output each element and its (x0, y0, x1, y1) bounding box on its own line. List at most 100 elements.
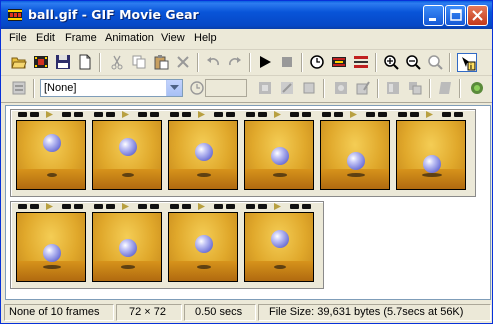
frame-image (396, 120, 466, 190)
animation-preview-button[interactable] (405, 79, 425, 98)
menu-animation[interactable]: Animation (105, 32, 154, 44)
main-toolbar: i (1, 50, 492, 76)
toolbar-separator (249, 53, 251, 72)
ball-sprite (347, 151, 365, 170)
frame-image (92, 212, 162, 282)
undo-icon (207, 57, 219, 66)
ball-shadow (122, 173, 134, 177)
toolbar-separator (459, 79, 461, 98)
clock-icon (310, 55, 324, 69)
timer-icon (190, 81, 204, 95)
more-button[interactable] (467, 79, 487, 98)
save-button[interactable] (53, 53, 73, 72)
movie-button[interactable] (31, 53, 51, 72)
help-button[interactable]: i (457, 53, 477, 72)
frame-thumbnail[interactable] (164, 109, 240, 197)
frame-thumbnail[interactable] (12, 109, 88, 197)
redo-icon (229, 57, 241, 66)
optimize-button[interactable] (331, 79, 351, 98)
toolbar-separator (99, 53, 101, 72)
properties-button[interactable] (9, 79, 29, 98)
menu-file[interactable]: File (9, 32, 27, 44)
film-sprocket-icon (18, 203, 83, 210)
preview-button[interactable] (383, 79, 403, 98)
delay-input[interactable] (205, 79, 247, 97)
ball-sprite (271, 147, 289, 165)
frame-thumbnail[interactable] (164, 201, 240, 289)
menu-view[interactable]: View (161, 32, 185, 44)
strip-icon (354, 56, 368, 68)
transparency-button[interactable] (255, 79, 275, 98)
frame-thumbnail[interactable] (88, 201, 164, 289)
frame-thumbnail[interactable] (392, 109, 468, 197)
ball-shadow (197, 265, 211, 269)
menu-help[interactable]: Help (194, 32, 217, 44)
stop-icon (282, 57, 292, 67)
film-sprocket-icon (170, 111, 235, 118)
stop-button[interactable] (277, 53, 297, 72)
clock-button[interactable] (307, 53, 327, 72)
zoom-in-button[interactable] (381, 53, 401, 72)
ball-shadow (47, 173, 57, 177)
more-icon (471, 82, 483, 94)
timer-button[interactable] (187, 79, 207, 98)
new-button[interactable] (75, 53, 95, 72)
preview-icon (387, 82, 399, 94)
zoom-out-button[interactable] (403, 53, 423, 72)
position-icon (281, 82, 293, 94)
copy-button[interactable] (129, 53, 149, 72)
app-icon (8, 9, 22, 21)
frame-floor (93, 169, 161, 189)
frame-thumbnail[interactable] (12, 201, 88, 289)
cut-button[interactable] (107, 53, 127, 72)
film-button[interactable] (329, 53, 349, 72)
palette-select[interactable]: [None] (40, 79, 183, 97)
play-button[interactable] (255, 53, 275, 72)
open-button[interactable] (9, 53, 29, 72)
close-button[interactable] (467, 5, 488, 26)
film-sprocket-icon (94, 111, 159, 118)
frame-floor (169, 261, 237, 281)
frame-thumbnail[interactable] (316, 109, 392, 197)
frame-properties-button[interactable] (353, 79, 373, 98)
copy-icon (132, 55, 146, 69)
square-icon (439, 82, 451, 94)
film-sprocket-icon (170, 203, 235, 210)
status-filesize: File Size: 39,631 bytes (5.7secs at 56K) (258, 304, 491, 321)
frames-workspace[interactable] (5, 105, 491, 300)
film-sprocket-icon (322, 111, 387, 118)
palette-dropdown-button[interactable] (166, 80, 182, 96)
zoom-out-icon (406, 55, 421, 70)
menu-frame[interactable]: Frame (65, 32, 97, 44)
status-bar: None of 10 frames 72 × 72 0.50 secs File… (1, 302, 492, 323)
toolbar-separator (377, 79, 379, 98)
frame-thumbnail[interactable] (88, 109, 164, 197)
title-bar[interactable]: ball.gif - GIF Movie Gear (1, 1, 492, 29)
close-icon (472, 10, 483, 21)
chevron-down-icon (170, 85, 179, 90)
paste-button[interactable] (151, 53, 171, 72)
maximize-button[interactable] (445, 5, 466, 26)
frame-floor (17, 261, 85, 281)
menu-edit[interactable]: Edit (36, 32, 55, 44)
ball-sprite (119, 239, 137, 257)
crop-button[interactable] (299, 79, 319, 98)
cut-icon (111, 55, 123, 70)
ball-shadow (422, 173, 442, 177)
position-button[interactable] (277, 79, 297, 98)
undo-button[interactable] (203, 53, 223, 72)
delete-button[interactable] (173, 53, 193, 72)
frame-image (320, 120, 390, 190)
frame-thumbnail[interactable] (240, 109, 316, 197)
zoom-in-icon (384, 55, 399, 70)
frame-thumbnail[interactable] (240, 201, 316, 289)
ball-sprite (195, 234, 213, 253)
frame-floor (169, 169, 237, 189)
redo-button[interactable] (225, 53, 245, 72)
app-window: ball.gif - GIF Movie Gear File Edit Fram… (0, 0, 493, 324)
square-button[interactable] (435, 79, 455, 98)
zoom-reset-button[interactable] (425, 53, 445, 72)
minimize-button[interactable] (423, 5, 444, 26)
ball-sprite (119, 138, 137, 156)
strip-button[interactable] (351, 53, 371, 72)
